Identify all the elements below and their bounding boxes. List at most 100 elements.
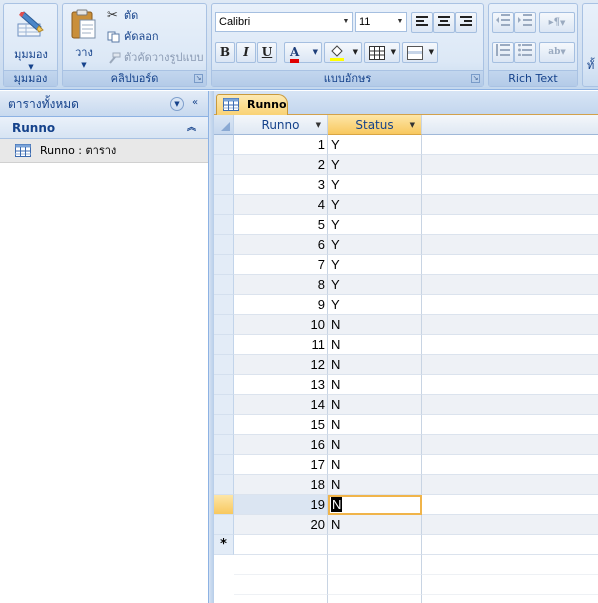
- paste-button[interactable]: วาง ▼: [67, 8, 101, 69]
- cell-status[interactable]: Y: [328, 135, 422, 155]
- gridlines-button[interactable]: ▼: [364, 42, 400, 63]
- fill-color-button[interactable]: ▼: [324, 42, 362, 63]
- record-selector[interactable]: [214, 295, 234, 315]
- cell-runno[interactable]: 10: [234, 315, 328, 335]
- collapse-icon[interactable]: ︽: [187, 117, 196, 139]
- cell-status[interactable]: Y: [328, 295, 422, 315]
- numbered-list-button[interactable]: [492, 42, 514, 63]
- nav-item-runno-table[interactable]: Runno : ตาราง: [0, 139, 208, 163]
- cell-status[interactable]: Y: [328, 255, 422, 275]
- align-right-button[interactable]: [455, 12, 477, 33]
- cell-status[interactable]: N: [328, 375, 422, 395]
- copy-button[interactable]: คัดลอก: [107, 29, 159, 45]
- record-selector[interactable]: [214, 415, 234, 435]
- highlight-button[interactable]: ab▼: [539, 42, 575, 63]
- cell-status[interactable]: N: [328, 495, 422, 515]
- column-header-status[interactable]: Status ▼: [328, 115, 422, 135]
- cell-runno[interactable]: 18: [234, 475, 328, 495]
- chevron-down-icon[interactable]: ▼: [313, 43, 318, 62]
- tab-runno[interactable]: Runno: [216, 94, 288, 115]
- cell-runno[interactable]: 12: [234, 355, 328, 375]
- record-selector[interactable]: [214, 315, 234, 335]
- cell-runno[interactable]: 2: [234, 155, 328, 175]
- format-painter-button[interactable]: ตัวคัดวางรูปแบบ: [107, 50, 204, 66]
- record-selector[interactable]: [214, 175, 234, 195]
- cell-runno[interactable]: 5: [234, 215, 328, 235]
- chevron-down-icon[interactable]: ▼: [391, 43, 396, 62]
- cell-status[interactable]: Y: [328, 235, 422, 255]
- new-record-cell[interactable]: [234, 535, 328, 555]
- cell-runno[interactable]: 1: [234, 135, 328, 155]
- chevron-down-icon[interactable]: ▼: [429, 43, 434, 62]
- cell-runno[interactable]: 3: [234, 175, 328, 195]
- cell-status[interactable]: Y: [328, 155, 422, 175]
- record-selector[interactable]: [214, 355, 234, 375]
- chevron-down-icon[interactable]: ▼: [410, 115, 415, 134]
- font-launcher-icon[interactable]: ↘: [471, 74, 480, 83]
- chevron-down-icon[interactable]: ▼: [353, 43, 358, 62]
- cell-runno[interactable]: 16: [234, 435, 328, 455]
- italic-button[interactable]: I: [236, 42, 256, 63]
- record-selector[interactable]: [214, 275, 234, 295]
- new-record-row[interactable]: *: [214, 535, 598, 555]
- cell-status[interactable]: Y: [328, 175, 422, 195]
- cell-runno[interactable]: 8: [234, 275, 328, 295]
- cell-status[interactable]: N: [328, 355, 422, 375]
- column-header-runno[interactable]: Runno ▼: [234, 115, 328, 135]
- increase-indent-button[interactable]: [514, 12, 536, 33]
- cell-runno[interactable]: 17: [234, 455, 328, 475]
- cell-runno[interactable]: 11: [234, 335, 328, 355]
- cell-runno[interactable]: 6: [234, 235, 328, 255]
- underline-button[interactable]: U: [257, 42, 277, 63]
- font-size-combo[interactable]: 11 ▼: [355, 12, 407, 32]
- cell-status[interactable]: N: [328, 315, 422, 335]
- bold-button[interactable]: B: [215, 42, 235, 63]
- record-selector[interactable]: [214, 395, 234, 415]
- cell-runno[interactable]: 7: [234, 255, 328, 275]
- chevron-down-icon[interactable]: ▼: [560, 19, 565, 27]
- chevron-down-icon[interactable]: ▼: [340, 13, 352, 31]
- cell-runno[interactable]: 20: [234, 515, 328, 535]
- alternate-fill-button[interactable]: ▼: [402, 42, 438, 63]
- new-record-marker[interactable]: *: [214, 535, 234, 555]
- record-selector[interactable]: [214, 475, 234, 495]
- align-center-button[interactable]: [433, 12, 455, 33]
- record-selector[interactable]: [214, 435, 234, 455]
- bullet-list-button[interactable]: [514, 42, 536, 63]
- record-selector[interactable]: [214, 335, 234, 355]
- align-left-button[interactable]: [411, 12, 433, 33]
- cell-status[interactable]: N: [328, 475, 422, 495]
- select-all-corner[interactable]: [214, 115, 234, 135]
- view-button[interactable]: มุมมอง ▼: [10, 8, 52, 71]
- record-selector[interactable]: [214, 235, 234, 255]
- chevron-down-icon[interactable]: ▼: [170, 97, 184, 111]
- font-color-button[interactable]: A ▼: [284, 42, 322, 63]
- cell-status[interactable]: N: [328, 435, 422, 455]
- cell-runno[interactable]: 15: [234, 415, 328, 435]
- nav-pane-header[interactable]: ตารางทั้งหมด ▼ «: [0, 91, 208, 117]
- cell-runno[interactable]: 14: [234, 395, 328, 415]
- font-name-combo[interactable]: Calibri ▼: [215, 12, 353, 32]
- cell-runno[interactable]: 13: [234, 375, 328, 395]
- paragraph-direction-button[interactable]: ▸¶▼: [539, 12, 575, 33]
- record-selector[interactable]: [214, 515, 234, 535]
- cell-status[interactable]: N: [328, 415, 422, 435]
- shutter-close-icon[interactable]: «: [188, 97, 202, 111]
- cell-runno[interactable]: 9: [234, 295, 328, 315]
- record-selector[interactable]: [214, 455, 234, 475]
- cell-status[interactable]: N: [328, 335, 422, 355]
- cell-runno[interactable]: 4: [234, 195, 328, 215]
- cell-runno[interactable]: 19: [234, 495, 328, 515]
- partial-button-label[interactable]: ทั้: [587, 56, 594, 74]
- record-selector[interactable]: [214, 375, 234, 395]
- cut-button[interactable]: ✂ ตัด: [107, 8, 138, 24]
- record-selector[interactable]: [214, 155, 234, 175]
- cell-status[interactable]: N: [328, 515, 422, 535]
- chevron-down-icon[interactable]: ▼: [394, 13, 406, 31]
- record-selector[interactable]: [214, 195, 234, 215]
- chevron-down-icon[interactable]: ▼: [316, 115, 321, 134]
- cell-status[interactable]: Y: [328, 195, 422, 215]
- cell-status[interactable]: N: [328, 455, 422, 475]
- nav-group-header[interactable]: Runno ︽: [0, 117, 208, 139]
- cell-status[interactable]: Y: [328, 275, 422, 295]
